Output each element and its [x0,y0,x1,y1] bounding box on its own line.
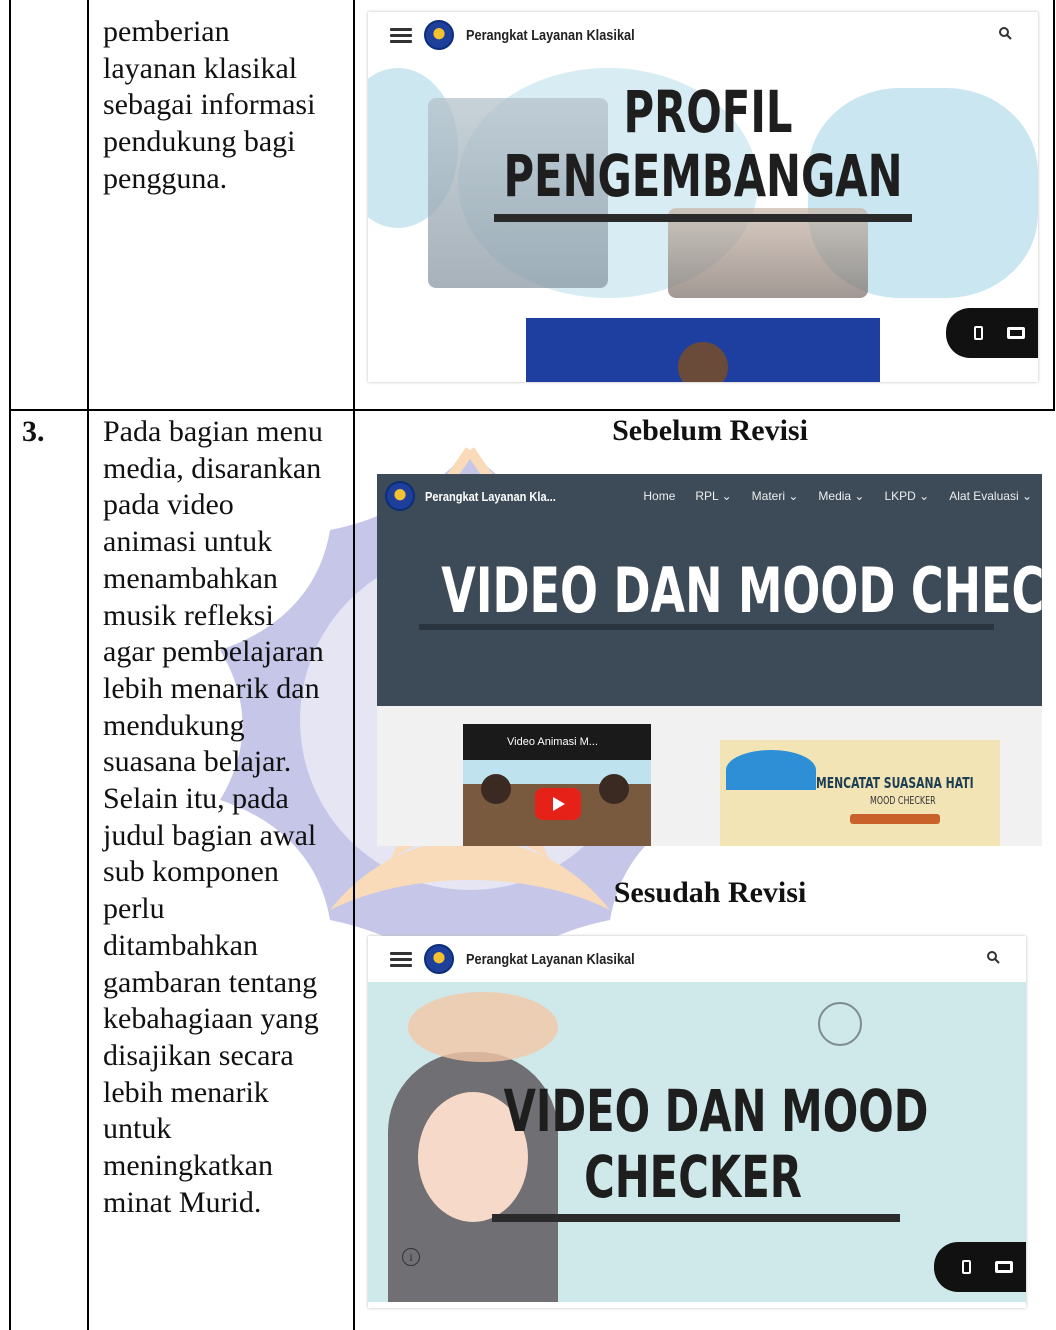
play-icon[interactable] [535,788,581,820]
hero-title-underline [419,624,994,630]
nav-media[interactable]: Media ⌄ [818,489,864,503]
table-row-divider [9,409,1055,411]
illustration-heart [818,1002,862,1046]
hero-title-line1: VIDEO DAN MOOD [503,1077,929,1145]
illustration-flowers [408,992,558,1062]
mood-checker-card[interactable]: MENCATAT SUASANA HATI MOOD CHECKER [720,740,1000,846]
hero-banner: VIDEO DAN MOOD CHECKER i [368,982,1026,1302]
card-button[interactable] [850,814,940,824]
table-right-border [1053,0,1055,410]
row-3-description: Pada bagian menu media, disarankan pada … [103,415,324,1219]
hero-title-underline [494,214,912,222]
hero-title-underline [492,1214,900,1222]
menu-icon [390,27,412,43]
site-topbar: Perangkat Layanan Klasikal [368,936,1026,982]
hero-title-line2: PENGEMBANGAN [503,142,903,210]
site-title: Perangkat Layanan Kla... [425,488,556,504]
site-logo [424,944,454,974]
site-title: Perangkat Layanan Klasikal [466,26,635,44]
screenshot-profil-pengembangan: Perangkat Layanan Klasikal PROFIL PENGEM… [368,12,1038,382]
table-col-divider-1 [87,0,89,1330]
desktop-view-icon[interactable] [1007,327,1025,339]
search-icon [999,27,1012,40]
nav-menu: Home RPL ⌄ Materi ⌄ Media ⌄ LKPD ⌄ Alat … [623,489,1032,503]
menu-icon [390,951,412,967]
site-navbar: Perangkat Layanan Kla... Home RPL ⌄ Mate… [377,474,1042,518]
site-title: Perangkat Layanan Klasikal [466,950,635,968]
screenshot-before-revision: Perangkat Layanan Kla... Home RPL ⌄ Mate… [377,474,1042,846]
nav-lkpd[interactable]: LKPD ⌄ [884,489,929,503]
video-caption: Video Animasi M... [507,736,598,748]
character-boy [481,774,511,804]
mobile-view-icon[interactable] [962,1260,971,1274]
hero-title-line2: CHECKER [584,1143,802,1211]
row-number: 3. [22,415,45,448]
mobile-view-icon[interactable] [974,326,983,340]
hero-title-line1: PROFIL [623,78,793,146]
character-girl [599,774,629,804]
hero-banner: PROFIL PENGEMBANGAN [368,58,1038,308]
umbrella-icon [726,750,816,790]
nav-rpl[interactable]: RPL ⌄ [695,489,731,503]
hero-title: VIDEO DAN MOOD CHECKER [441,554,1042,627]
info-icon[interactable]: i [402,1248,420,1266]
video-thumbnail[interactable]: Video Animasi M... [463,724,651,846]
site-logo [385,481,415,511]
search-icon [987,951,1000,964]
desktop-view-icon[interactable] [995,1261,1013,1273]
screenshot-after-revision: Perangkat Layanan Klasikal VIDEO DAN MOO… [368,936,1026,1308]
table-left-border [9,0,11,1330]
before-revision-heading: Sebelum Revisi [612,414,808,447]
table-col-divider-2 [353,0,355,1330]
row-top-description: pemberian layanan klasikal sebagai infor… [103,15,316,195]
nav-alat-evaluasi[interactable]: Alat Evaluasi ⌄ [949,489,1032,503]
nav-materi[interactable]: Materi ⌄ [752,489,799,503]
card-subtitle: MOOD CHECKER [870,794,936,807]
device-toggle[interactable] [946,308,1038,358]
device-toggle[interactable] [934,1242,1026,1292]
after-revision-heading: Sesudah Revisi [613,876,807,909]
site-logo [424,20,454,50]
nav-home[interactable]: Home [643,489,675,503]
site-topbar: Perangkat Layanan Klasikal [368,12,1038,58]
card-title: MENCATAT SUASANA HATI [816,774,974,792]
